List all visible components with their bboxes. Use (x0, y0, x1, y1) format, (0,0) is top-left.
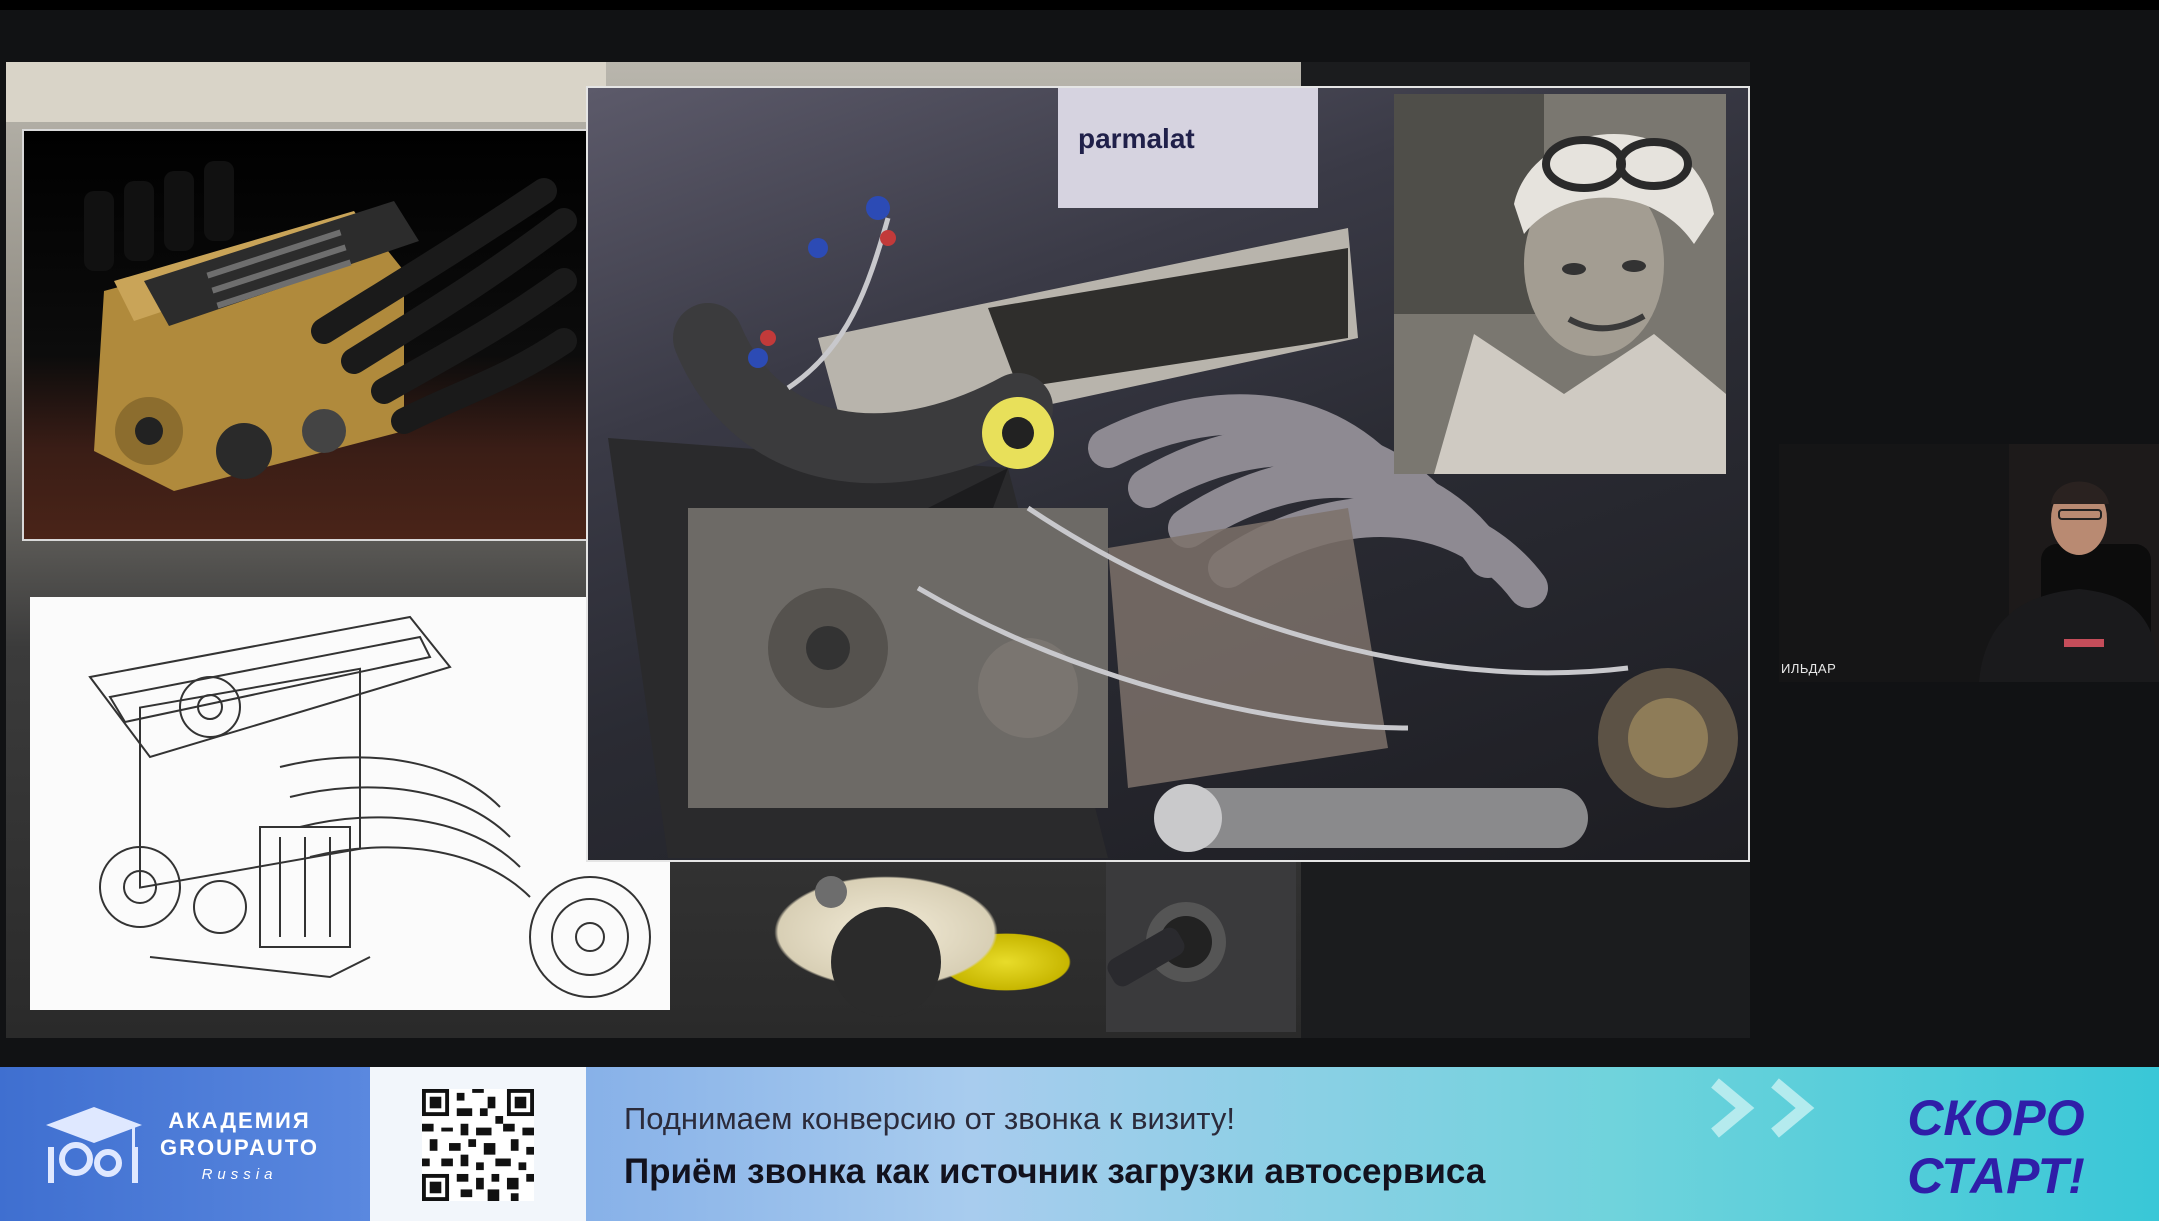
chevron-right-icon (1771, 1078, 1815, 1138)
engine-cutaway-drawing (30, 597, 670, 1010)
bottom-banner: АКАДЕМИЯ GROUPAUTO Russia Поднимаем конв… (0, 1067, 2159, 1221)
presentation-slide: parmalat (6, 62, 1750, 1038)
cta-line2: СТАРТ! (1907, 1148, 2085, 1204)
qr-block (370, 1067, 586, 1221)
video-stage: parmalat ИЛЬДАР (0, 10, 2159, 1067)
logo-line3: Russia (201, 1166, 278, 1183)
qr-code-icon[interactable] (422, 1089, 534, 1201)
speaker-webcam: ИЛЬДАР (1779, 444, 2159, 682)
banner-title: Приём звонка как источник загрузки автос… (624, 1152, 1486, 1191)
driver-portrait-photo (1394, 94, 1726, 474)
cta-line1: СКОРО (1907, 1090, 2085, 1146)
engine-render-image (22, 129, 588, 541)
coming-soon-label: СКОРО СТАРТ! (1870, 1089, 2122, 1205)
speaker-name-label: ИЛЬДАР (1781, 661, 1837, 676)
banner-subtitle: Поднимаем конверсию от звонка к визиту! (624, 1101, 1235, 1136)
graduation-cap-gears-icon (46, 1107, 142, 1183)
academy-logo-block: АКАДЕМИЯ GROUPAUTO Russia (0, 1067, 370, 1221)
top-bar (0, 0, 2159, 10)
logo-line1: АКАДЕМИЯ (168, 1108, 311, 1133)
logo-line2: GROUPAUTO (160, 1135, 319, 1160)
parmalat-text: parmalat (1078, 123, 1195, 154)
